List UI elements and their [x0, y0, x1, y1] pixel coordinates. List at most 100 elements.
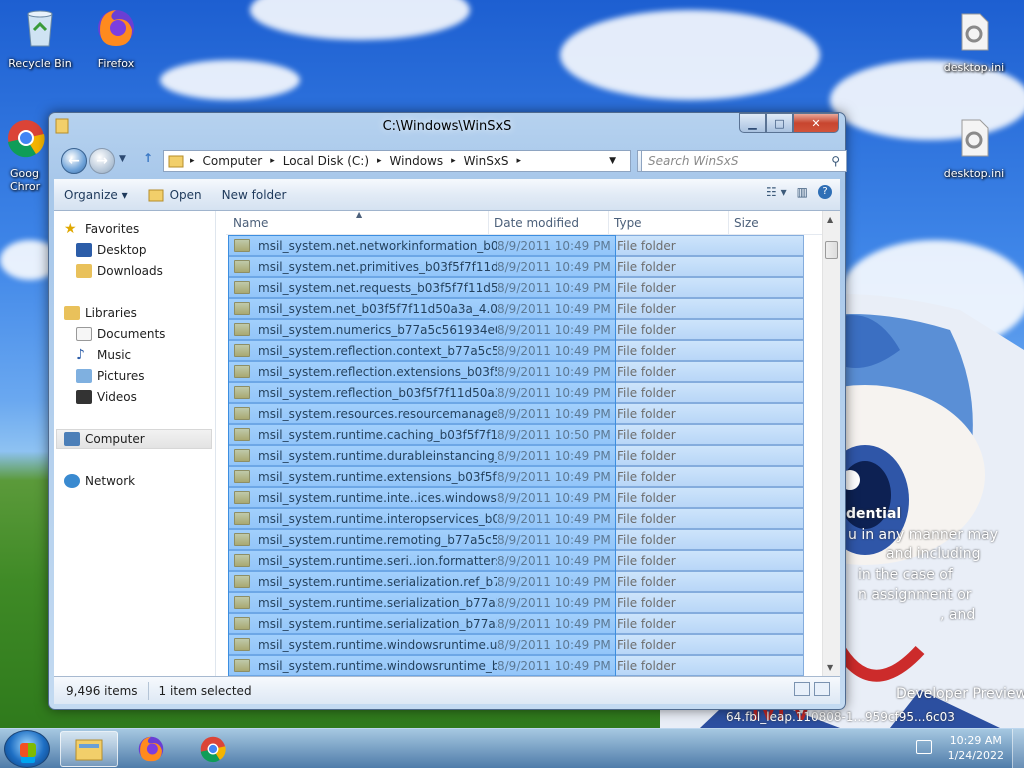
table-row[interactable]: msil_system.net.requests_b03f5f7f11d50a.…: [228, 277, 804, 298]
table-row[interactable]: msil_system.reflection_b03f5f7f11d50a3a.…: [228, 382, 804, 403]
table-row[interactable]: msil_system.resources.resourcemanager_..…: [228, 403, 804, 424]
recycle-bin-icon: [27, 10, 53, 47]
file-type: File folder: [617, 385, 676, 400]
taskbar-explorer[interactable]: [60, 731, 118, 767]
explorer-window[interactable]: C:\Windows\WinSxS ▁ □ ✕ ← → ▼ ↑ ▸ Comput…: [48, 112, 847, 710]
scroll-up-arrow-icon[interactable]: ▲: [827, 215, 833, 224]
table-row[interactable]: msil_system.reflection.context_b77a5c56.…: [228, 340, 804, 361]
file-type: File folder: [617, 637, 676, 652]
table-row[interactable]: msil_system.runtime.windowsruntime_b... 8…: [228, 655, 804, 676]
nav-videos[interactable]: Videos: [76, 387, 212, 407]
firefox-label: Firefox: [97, 57, 135, 70]
back-button[interactable]: ←: [61, 148, 87, 174]
show-desktop-button[interactable]: [1012, 729, 1024, 768]
wallpaper-text: , and: [940, 607, 976, 623]
change-view-icon[interactable]: ☷ ▾: [766, 185, 787, 199]
nav-network[interactable]: Network: [64, 471, 212, 491]
desktop-ini-shortcut-2[interactable]: desktop.ini: [936, 116, 1012, 180]
network-tray-icon[interactable]: [916, 740, 932, 754]
table-row[interactable]: msil_system.runtime.extensions_b03f5f7f.…: [228, 466, 804, 487]
date-modified: 8/9/2011 10:49 PM: [497, 595, 611, 610]
address-bar[interactable]: ▸ Computer ▸ Local Disk (C:) ▸ Windows ▸…: [163, 150, 631, 172]
window-title: C:\Windows\WinSxS: [382, 119, 512, 134]
computer-icon: [64, 432, 80, 446]
nav-computer[interactable]: Computer: [56, 429, 212, 449]
close-button[interactable]: ✕: [793, 113, 839, 133]
large-icons-view-icon[interactable]: [814, 682, 830, 696]
nav-libraries[interactable]: Libraries: [64, 303, 212, 323]
help-icon[interactable]: ?: [818, 185, 832, 199]
address-history-dropdown-icon[interactable]: ▼: [609, 156, 616, 166]
column-size[interactable]: Size: [734, 216, 759, 230]
settings-file-icon: [961, 13, 989, 51]
file-type: File folder: [617, 238, 676, 253]
column-divider[interactable]: [488, 211, 489, 235]
maximize-button[interactable]: □: [766, 113, 793, 133]
nav-downloads[interactable]: Downloads: [76, 261, 212, 281]
nav-favorites[interactable]: ★ Favorites: [64, 219, 212, 239]
forward-button[interactable]: →: [89, 148, 115, 174]
new-folder-button[interactable]: New folder: [212, 188, 297, 202]
table-row[interactable]: msil_system.runtime.caching_b03f5f7f11..…: [228, 424, 804, 445]
videos-icon: [76, 390, 92, 404]
folder-icon: [234, 281, 250, 294]
breadcrumb-windows[interactable]: Windows: [390, 154, 444, 168]
file-type: File folder: [617, 280, 676, 295]
clock[interactable]: 10:29 AM 1/24/2022: [948, 733, 1004, 763]
table-row[interactable]: msil_system.net_b03f5f7f11d50a3a_4.0.80.…: [228, 298, 804, 319]
table-row[interactable]: msil_system.runtime.inte..ices.windowsr.…: [228, 487, 804, 508]
nav-label: Computer: [85, 432, 145, 446]
breadcrumb-computer[interactable]: Computer: [203, 154, 263, 168]
table-row[interactable]: msil_system.runtime.durableinstancing_..…: [228, 445, 804, 466]
column-type[interactable]: Type: [614, 216, 642, 230]
breadcrumb-winsxs[interactable]: WinSxS: [464, 154, 509, 168]
taskbar-chrome[interactable]: [184, 731, 242, 767]
taskbar-firefox[interactable]: [122, 731, 180, 767]
file-name: msil_system.net.primitives_b03f5f7f11d5.…: [258, 259, 497, 274]
table-row[interactable]: msil_system.runtime.remoting_b77a5c56...…: [228, 529, 804, 550]
table-row[interactable]: msil_system.net.networkinformation_b03..…: [228, 235, 804, 256]
nav-pictures[interactable]: Pictures: [76, 366, 212, 386]
details-view-icon[interactable]: [794, 682, 810, 696]
libraries-icon: [64, 306, 80, 320]
preview-pane-icon[interactable]: ▥: [797, 185, 808, 199]
column-divider[interactable]: [728, 211, 729, 235]
column-date-modified[interactable]: Date modified: [494, 216, 579, 230]
table-row[interactable]: msil_system.runtime.windowsruntime.ui...…: [228, 634, 804, 655]
file-type: File folder: [617, 343, 676, 358]
nav-music[interactable]: ♪ Music: [76, 345, 212, 365]
folder-icon: [168, 155, 184, 168]
date-modified: 8/9/2011 10:50 PM: [497, 427, 611, 442]
minimize-button[interactable]: ▁: [739, 113, 766, 133]
start-button[interactable]: [4, 730, 50, 768]
search-input[interactable]: Search WinSxS ⚲: [641, 150, 847, 172]
nav-documents[interactable]: Documents: [76, 324, 212, 344]
up-arrow-icon[interactable]: ↑: [143, 151, 153, 165]
open-button[interactable]: Open: [138, 188, 212, 202]
nav-desktop[interactable]: Desktop: [76, 240, 212, 260]
table-row[interactable]: msil_system.runtime.serialization.ref_b7…: [228, 571, 804, 592]
desktop: MV dential u in any manner may and inclu…: [0, 0, 1024, 728]
table-row[interactable]: msil_system.runtime.seri..ion.formatters…: [228, 550, 804, 571]
table-row[interactable]: msil_system.runtime.serialization_b77a5c…: [228, 613, 804, 634]
column-divider[interactable]: [608, 211, 609, 235]
vertical-scrollbar[interactable]: ▲ ▼: [822, 211, 840, 676]
wallpaper-text: Developer Preview: [896, 686, 1024, 702]
table-row[interactable]: msil_system.runtime.serialization_b77a5c…: [228, 592, 804, 613]
table-row[interactable]: msil_system.runtime.interopservices_b03.…: [228, 508, 804, 529]
recent-pages-dropdown-icon[interactable]: ▼: [119, 154, 126, 164]
table-row[interactable]: msil_system.numerics_b77a5c561934e08... 8…: [228, 319, 804, 340]
organize-button[interactable]: Organize ▾: [54, 188, 138, 202]
cloud: [160, 60, 300, 100]
recycle-bin-shortcut[interactable]: Recycle Bin: [2, 6, 78, 70]
breadcrumb-local-disk[interactable]: Local Disk (C:): [283, 154, 369, 168]
folder-icon: [234, 344, 250, 357]
table-row[interactable]: msil_system.net.primitives_b03f5f7f11d5.…: [228, 256, 804, 277]
column-name[interactable]: Name: [233, 216, 268, 230]
table-row[interactable]: msil_system.reflection.extensions_b03f5f…: [228, 361, 804, 382]
date-modified: 8/9/2011 10:49 PM: [497, 301, 611, 316]
scroll-down-arrow-icon[interactable]: ▼: [827, 663, 833, 672]
desktop-ini-shortcut-1[interactable]: desktop.ini: [936, 10, 1012, 74]
scrollbar-thumb[interactable]: [825, 241, 838, 259]
firefox-shortcut[interactable]: Firefox: [78, 6, 154, 70]
